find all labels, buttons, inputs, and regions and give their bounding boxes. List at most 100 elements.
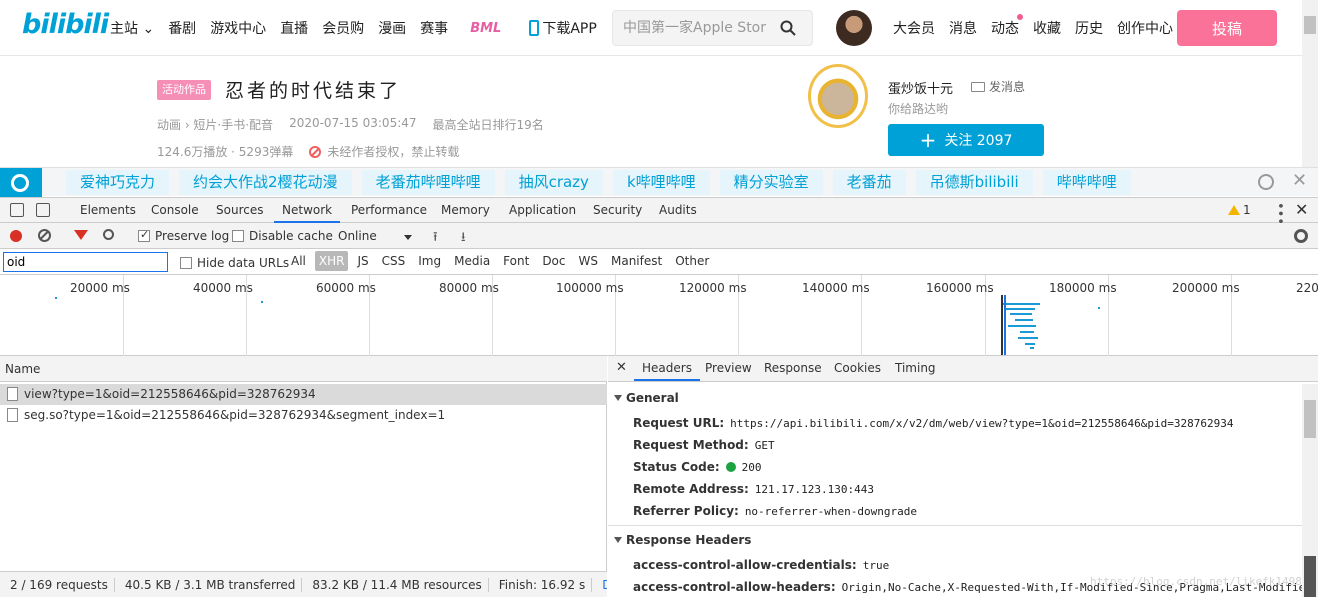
tab-elements[interactable]: Elements (72, 198, 144, 223)
nav-messages[interactable]: 消息 (949, 18, 977, 38)
import-icon[interactable]: ⭱ (433, 228, 438, 250)
response-headers-section-header[interactable]: Response Headers (614, 533, 751, 547)
download-app[interactable]: 下载APP (529, 18, 597, 38)
tab-audits[interactable]: Audits (651, 198, 705, 223)
nav-main[interactable]: 主站 ⌄ (110, 18, 154, 38)
type-filters: All XHR JS CSS Img Media Font Doc WS Man… (287, 251, 718, 271)
tab-response[interactable]: Response (756, 356, 830, 381)
tag-item[interactable]: k哔哩哔哩 (612, 170, 710, 195)
tag-item[interactable]: 吊德斯bilibili (915, 170, 1033, 195)
timeline-tick-label: 60000 ms (316, 281, 376, 295)
network-settings-icon[interactable] (1294, 229, 1308, 243)
more-options-icon[interactable]: ••• (1272, 202, 1287, 225)
request-row[interactable]: seg.so?type=1&oid=212558646&pid=32876293… (0, 405, 607, 426)
uploader-avatar[interactable] (808, 64, 868, 128)
user-avatar[interactable] (836, 10, 872, 46)
tag-item[interactable]: 约会大作战2樱花动漫 (179, 170, 352, 195)
type-img[interactable]: Img (414, 251, 445, 271)
nav-history[interactable]: 历史 (1075, 18, 1103, 38)
type-css[interactable]: CSS (378, 251, 410, 271)
preserve-log-checkbox[interactable]: Preserve log (138, 228, 229, 243)
request-list: Name view?type=1&oid=212558646&pid=32876… (0, 356, 607, 571)
tab-performance[interactable]: Performance (343, 198, 435, 223)
nav-dynamic[interactable]: 动态 (991, 14, 1023, 38)
checkbox-unchecked (232, 230, 244, 242)
export-icon[interactable]: ⭳ (461, 228, 466, 250)
waterfall-bar (1005, 308, 1035, 310)
type-manifest[interactable]: Manifest (607, 251, 666, 271)
nav-favorites[interactable]: 收藏 (1033, 18, 1061, 38)
tab-sources[interactable]: Sources (208, 198, 271, 223)
tab-cookies[interactable]: Cookies (826, 356, 889, 381)
disable-cache-checkbox[interactable]: Disable cache (232, 229, 333, 243)
tab-timing[interactable]: Timing (887, 356, 944, 381)
type-js[interactable]: JS (353, 251, 372, 271)
clear-icon[interactable] (38, 229, 51, 242)
scrollbar-thumb[interactable] (1304, 400, 1316, 438)
tag-item[interactable]: 爱神巧克力 (66, 170, 170, 195)
nav-creator[interactable]: 创作中心 (1117, 18, 1173, 38)
nav-games[interactable]: 游戏中心 (210, 18, 266, 38)
video-category[interactable]: 动画 › 短片·手书·配音 (157, 116, 273, 133)
nav-anime[interactable]: 番剧 (168, 18, 196, 38)
follow-button[interactable]: + 关注 2097 (888, 124, 1044, 156)
filter-input[interactable] (3, 252, 168, 272)
upload-button[interactable]: 投稿 (1177, 10, 1277, 46)
tag-item[interactable]: 老番茄 (832, 170, 906, 195)
tag-item[interactable]: 哔哔哔哩 (1042, 170, 1131, 195)
tab-console[interactable]: Console (143, 198, 207, 223)
filter-icon[interactable] (74, 230, 88, 240)
send-message[interactable]: 发消息 (971, 78, 1025, 95)
warnings-count[interactable]: 1 (1228, 203, 1251, 217)
request-row[interactable]: view?type=1&oid=212558646&pid=328762934 (0, 384, 607, 405)
hide-data-urls-checkbox[interactable]: Hide data URLs (180, 256, 289, 270)
type-other[interactable]: Other (671, 251, 713, 271)
search-circle-icon[interactable] (0, 168, 42, 197)
close-icon[interactable]: ✕ (1292, 170, 1307, 191)
bml-logo[interactable]: BML (470, 21, 501, 36)
tab-preview[interactable]: Preview (697, 356, 760, 381)
inspect-icon[interactable] (10, 203, 24, 217)
search-icon[interactable] (103, 229, 114, 240)
nav-shop[interactable]: 会员购 (322, 18, 364, 38)
search-input[interactable] (623, 19, 769, 35)
type-ws[interactable]: WS (575, 251, 602, 271)
tab-memory[interactable]: Memory (433, 198, 498, 223)
devtools-close-icon[interactable]: ✕ (1295, 200, 1308, 219)
tab-headers[interactable]: Headers (634, 356, 700, 381)
tag-item[interactable]: 老番茄哔哩哔哩 (361, 170, 495, 195)
nav-comic[interactable]: 漫画 (378, 18, 406, 38)
gear-icon[interactable] (1258, 174, 1274, 190)
uploader-name[interactable]: 蛋炒饭十元 (888, 78, 953, 97)
nav-live[interactable]: 直播 (280, 18, 308, 38)
details-scrollbar[interactable] (1302, 384, 1318, 597)
tab-network[interactable]: Network (274, 198, 341, 223)
nav-esports[interactable]: 赛事 (420, 18, 448, 38)
tab-security[interactable]: Security (585, 198, 650, 223)
throttle-select[interactable]: Online (338, 229, 416, 245)
search-button[interactable] (764, 11, 812, 45)
bilibili-logo[interactable]: bilibili (22, 9, 109, 40)
record-icon[interactable] (10, 230, 22, 242)
scrollbar-thumb[interactable] (1304, 556, 1316, 597)
type-xhr[interactable]: XHR (314, 251, 349, 271)
close-details-icon[interactable]: ✕ (616, 360, 627, 375)
page-scrollbar[interactable] (1302, 0, 1318, 167)
tag-item[interactable]: 抽风crazy (504, 170, 603, 195)
type-doc[interactable]: Doc (538, 251, 569, 271)
type-font[interactable]: Font (499, 251, 533, 271)
device-toolbar-icon[interactable] (36, 203, 50, 217)
type-all[interactable]: All (287, 251, 310, 271)
tag-item[interactable]: 精分实验室 (719, 170, 823, 195)
scrollbar-thumb[interactable] (1304, 16, 1316, 34)
network-timeline[interactable]: 20000 ms 40000 ms 60000 ms 80000 ms 1000… (0, 275, 1318, 356)
tab-application[interactable]: Application (501, 198, 584, 223)
plus-icon: + (919, 128, 937, 152)
timeline-tick-label: 20000 ms (70, 281, 130, 295)
general-section-header[interactable]: General (614, 391, 679, 405)
nav-vip[interactable]: 大会员 (893, 18, 935, 38)
header-key: Status Code: (633, 460, 720, 474)
type-media[interactable]: Media (450, 251, 494, 271)
name-column-header[interactable]: Name (0, 356, 607, 382)
video-rank[interactable]: 最高全站日排行19名 (433, 116, 544, 133)
